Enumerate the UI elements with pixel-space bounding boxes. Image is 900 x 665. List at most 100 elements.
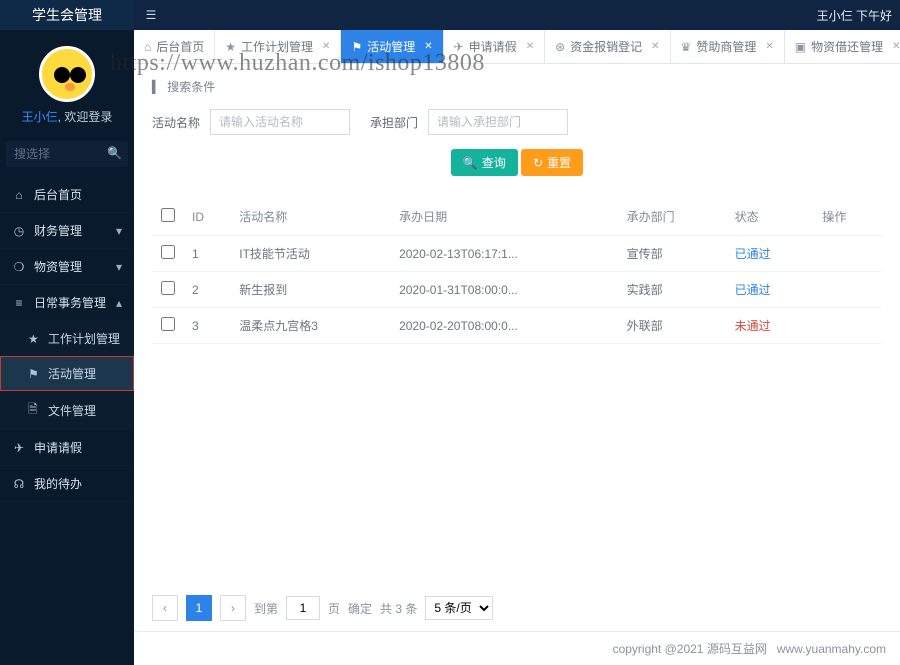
row-checkbox[interactable]	[161, 281, 175, 295]
nav-icon: ☊	[12, 477, 26, 491]
select-all-checkbox[interactable]	[161, 208, 175, 222]
search-icon[interactable]: 🔍	[107, 146, 122, 160]
tab-icon: ⚑	[351, 40, 362, 54]
main-area: ☰ 王小仨 下午好 ⌂后台首页 ★ 工作计划管理 ✕ ⚑ 活动管理 ✕ ✈ 申请请假 ✕ ⊛ 资金报销…	[134, 0, 900, 665]
sidebar-search: 🔍	[6, 141, 128, 167]
nav-label: 申请请假	[34, 439, 82, 456]
sub-nav-label: 工作计划管理	[48, 330, 120, 347]
sub-nav-item[interactable]: ⚑活动管理	[0, 356, 134, 391]
column-header: 活动名称	[231, 198, 391, 236]
close-icon[interactable]: ✕	[424, 41, 432, 52]
pager-next[interactable]: ›	[220, 595, 246, 621]
nav-icon: ✈	[12, 441, 26, 455]
footer-link[interactable]: www.yuanmahy.com	[777, 642, 886, 656]
tab[interactable]: ✈ 申请请假 ✕	[444, 30, 545, 63]
sidebar: 学生会管理 王小仨, 欢迎登录 🔍 ⌂ 后台首页 ◷财务管理▾ ❍ 物资管理 ▾ ≡日常事务…	[0, 0, 134, 665]
pager-page-input[interactable]	[286, 596, 320, 620]
pager-total: 共 3 条	[380, 600, 417, 617]
sub-nav-item[interactable]: ★工作计划管理	[0, 321, 134, 356]
nav-label: 后台首页	[34, 186, 82, 203]
sub-nav-icon: 🗎	[28, 400, 42, 421]
nav-item[interactable]: ❍ 物资管理 ▾	[0, 249, 134, 285]
brand-title: 学生会管理	[0, 0, 134, 30]
tab[interactable]: ▣物资借还管理✕	[785, 30, 900, 63]
row-checkbox[interactable]	[161, 317, 175, 331]
sub-nav-icon: ⚑	[28, 367, 42, 381]
nav-icon: ⌂	[12, 188, 26, 202]
query-button[interactable]: 🔍查询	[451, 149, 518, 176]
nav-icon: ❍	[12, 260, 26, 274]
nav-item[interactable]: ⌂ 后台首页	[0, 177, 134, 213]
pager-prev[interactable]: ‹	[152, 595, 178, 621]
tab-label: 活动管理	[367, 38, 415, 55]
column-header: 承办部门	[619, 198, 727, 236]
chevron-down-icon: ▾	[116, 224, 122, 238]
close-icon[interactable]: ✕	[765, 41, 773, 52]
tab-label: 资金报销登记	[570, 38, 642, 55]
pager: ‹ 1 › 到第 页 确定 共 3 条 5 条/页	[152, 595, 882, 621]
tab-icon: ▣	[795, 40, 806, 54]
welcome-text: , 欢迎登录	[58, 110, 113, 124]
filter-name-input[interactable]	[210, 109, 350, 135]
cell-status: 已通过	[727, 236, 815, 272]
cell-id: 1	[184, 236, 231, 272]
cell-status: 已通过	[727, 272, 815, 308]
tab[interactable]: ★ 工作计划管理 ✕	[215, 30, 341, 63]
tab-icon: ⌂	[144, 40, 151, 54]
pager-to-label: 到第	[254, 600, 278, 617]
close-icon[interactable]: ✕	[526, 41, 534, 52]
topbar: ☰ 王小仨 下午好	[134, 0, 900, 30]
data-table: ID活动名称承办日期承办部门状态操作 1 IT技能节活动 2020-02-13T…	[152, 198, 882, 344]
row-checkbox[interactable]	[161, 245, 175, 259]
table-row: 2 新生报到 2020-01-31T08:00:0... 实践部 已通过	[152, 272, 882, 308]
nav-item[interactable]: ◷财务管理▾	[0, 213, 134, 249]
refresh-icon: ↻	[533, 156, 543, 170]
tab[interactable]: ⚑ 活动管理 ✕	[341, 30, 443, 63]
filter-dept-input[interactable]	[428, 109, 568, 135]
nav-label: 物资管理	[34, 258, 82, 275]
tab-icon: ✈	[454, 40, 464, 54]
nav-label: 我的待办	[34, 475, 82, 492]
cell-actions	[814, 236, 882, 272]
chevron-down-icon: ▾	[116, 260, 122, 274]
tab[interactable]: ⌂后台首页	[134, 30, 215, 63]
pager-page-1[interactable]: 1	[186, 595, 212, 621]
filter-dept-label: 承担部门	[370, 114, 418, 131]
nav-icon: ◷	[12, 224, 26, 238]
cell-name: IT技能节活动	[231, 236, 391, 272]
nav-item[interactable]: ☊ 我的待办	[0, 466, 134, 502]
user-greeting: 王小仨 下午好	[817, 7, 900, 24]
cell-actions	[814, 308, 882, 344]
reset-button[interactable]: ↻重置	[521, 149, 583, 176]
hamburger-icon[interactable]: ☰	[134, 8, 168, 22]
sidebar-nav: ⌂ 后台首页 ◷财务管理▾ ❍ 物资管理 ▾ ≡日常事务管理▴★工作计划管理⚑活动管理🗎文件…	[0, 177, 134, 502]
tab-icon: ★	[225, 40, 236, 54]
tab[interactable]: ♛赞助商管理✕	[671, 30, 785, 63]
nav-item[interactable]: ≡日常事务管理▴	[0, 285, 134, 321]
cell-date: 2020-01-31T08:00:0...	[391, 272, 618, 308]
filter-name-label: 活动名称	[152, 114, 200, 131]
pager-confirm[interactable]: 确定	[348, 600, 372, 617]
tab-icon: ⊛	[555, 40, 565, 54]
pager-page-unit: 页	[328, 600, 340, 617]
tab[interactable]: ⊛ 资金报销登记 ✕	[545, 30, 670, 63]
column-header: 状态	[727, 198, 815, 236]
tab-label: 工作计划管理	[241, 38, 313, 55]
pager-size-select[interactable]: 5 条/页	[425, 596, 493, 620]
nav-label: 日常事务管理	[34, 294, 106, 311]
profile-block: 王小仨, 欢迎登录	[0, 30, 134, 137]
cell-name: 温柔点九宫格3	[231, 308, 391, 344]
tab-icon: ♛	[681, 40, 692, 54]
sub-nav-item[interactable]: 🗎文件管理	[0, 391, 134, 430]
close-icon[interactable]: ✕	[892, 41, 900, 52]
cell-id: 3	[184, 308, 231, 344]
footer-copy: copyright @2021 源码互益网	[613, 642, 767, 656]
close-icon[interactable]: ✕	[651, 41, 659, 52]
tab-label: 申请请假	[469, 38, 517, 55]
filter-row: 活动名称 承担部门	[152, 109, 882, 135]
content-area: ▍ 搜索条件 活动名称 承担部门 🔍查询 ↻重置 ID活动名称承办日期承办部门状…	[134, 64, 900, 665]
nav-item[interactable]: ✈ 申请请假	[0, 430, 134, 466]
cell-actions	[814, 272, 882, 308]
cell-date: 2020-02-13T06:17:1...	[391, 236, 618, 272]
close-icon[interactable]: ✕	[322, 41, 330, 52]
